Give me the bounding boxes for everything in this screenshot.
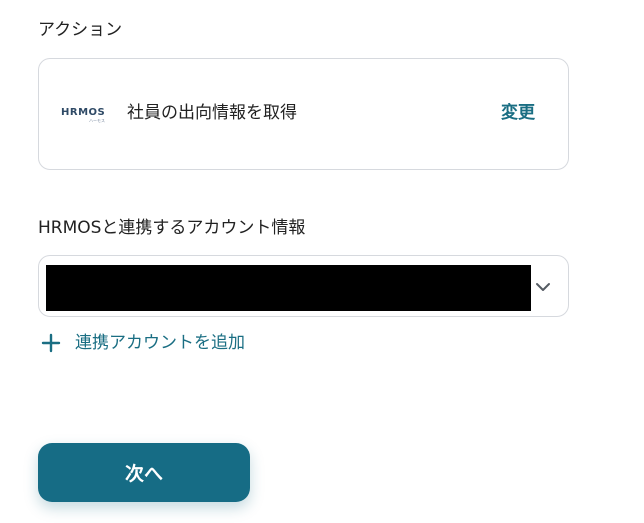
action-section-label: アクション: [38, 20, 123, 40]
action-name: 社員の出向情報を取得: [127, 103, 297, 123]
add-account-link[interactable]: 連携アカウントを追加: [40, 331, 245, 355]
plus-icon: [41, 333, 61, 353]
hrmos-logo-text: HRMOS: [61, 107, 106, 118]
account-select[interactable]: [38, 255, 569, 317]
hrmos-logo-subtext: ハーモス: [89, 118, 105, 123]
change-action-link[interactable]: 変更: [501, 105, 535, 122]
account-section-label: HRMOSと連携するアカウント情報: [38, 218, 306, 238]
chevron-down-icon: [536, 283, 550, 291]
hrmos-logo: HRMOS ハーモス: [61, 108, 109, 124]
redacted-account-value: [46, 265, 531, 311]
next-button[interactable]: 次へ: [38, 443, 250, 502]
action-card: HRMOS ハーモス 社員の出向情報を取得 変更: [38, 58, 569, 170]
add-account-label: 連携アカウントを追加: [75, 332, 245, 353]
